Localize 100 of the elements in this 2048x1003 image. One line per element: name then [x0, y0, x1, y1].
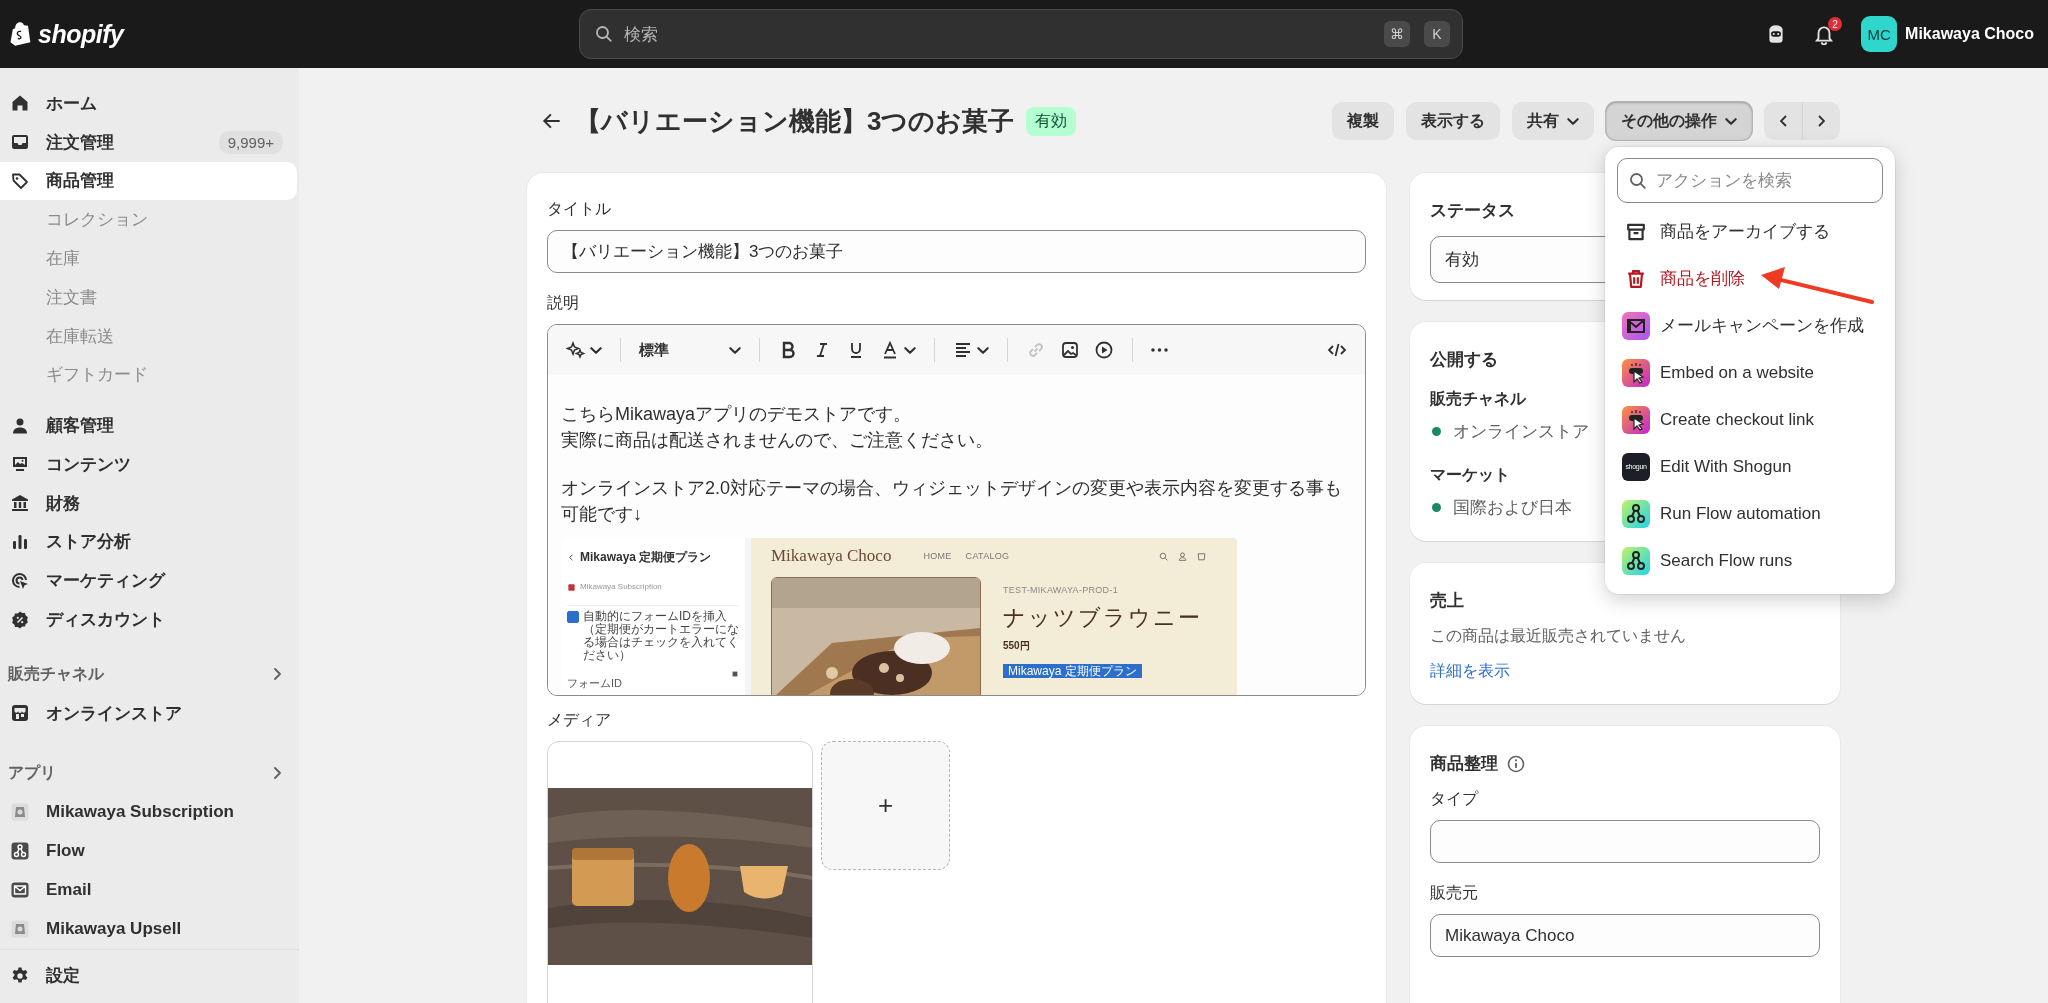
field-label: タイプ: [1430, 789, 1478, 809]
bar-chart-icon: [10, 532, 30, 552]
sidebar-item[interactable]: 顧客管理: [0, 406, 297, 446]
search-icon: [1158, 550, 1169, 562]
menu-item[interactable]: Search Flow runs: [1617, 537, 1883, 584]
details-link[interactable]: 詳細を表示: [1430, 662, 1510, 679]
shortcut-key: ⌘: [1384, 21, 1410, 47]
section-heading: 販売チャネル: [8, 663, 104, 684]
product-price: 550円: [1003, 639, 1031, 653]
sidebar-item[interactable]: 設定: [0, 956, 297, 995]
status-dot: [1432, 427, 1441, 436]
search-field[interactable]: 検索 ⌘ K: [579, 9, 1463, 59]
menu-item[interactable]: メールキャンペーンを作成: [1617, 302, 1883, 349]
info-icon: [1506, 753, 1526, 774]
sidebar-item[interactable]: Mikawaya Subscription: [0, 792, 297, 832]
product-sku: TEST-MIKAWAYA-PROD-1: [1003, 584, 1119, 597]
sidebar-item[interactable]: コンテンツ: [0, 445, 297, 484]
field-label: 説明: [547, 293, 579, 313]
nav-link: CATALOG: [965, 550, 1010, 563]
more-icon: [1151, 348, 1168, 352]
flow-app-icon: [1622, 499, 1650, 528]
sidebar-item[interactable]: Flow: [0, 831, 297, 871]
search-icon: [1628, 170, 1648, 191]
rich-text-editor[interactable]: [547, 324, 1366, 696]
caret-icon: [729, 346, 741, 354]
link-icon: [1026, 340, 1046, 360]
section-heading: 販売チャネル: [1430, 389, 1526, 409]
align-icon: [953, 340, 973, 360]
product-name: ナッツブラウニー: [1003, 606, 1202, 630]
previous-button[interactable]: [1764, 102, 1802, 140]
sidebar-item[interactable]: オンラインストア: [0, 693, 297, 733]
status-dot: [1432, 503, 1441, 512]
description-text: オンラインストア2.0対応テーマの場合、ウィジェットデザインの変更や表示内容を変更する事も可能です↓: [561, 478, 1343, 524]
card-title: ステータス: [1430, 200, 1515, 222]
sidebar-item[interactable]: Mikawaya Upsell: [0, 909, 297, 949]
menu-item[interactable]: 商品をアーカイブする: [1617, 208, 1883, 255]
next-button[interactable]: [1802, 102, 1840, 140]
type-field[interactable]: [1430, 820, 1820, 863]
target-icon: [10, 570, 30, 591]
panel-title: Mikawaya 定期便プラン: [580, 549, 712, 566]
shopify-logo-text: shopify: [38, 19, 124, 49]
sidebar-item[interactable]: 財務: [0, 483, 297, 523]
count-badge: 9,999+: [218, 130, 283, 154]
app-logo-icon: [10, 919, 30, 940]
mail-app-icon: [1622, 311, 1650, 340]
store-logo-text: Mikawaya Choco: [771, 545, 892, 567]
sidebar-item[interactable]: ストア分析: [0, 522, 297, 562]
text-style-dropdown[interactable]: 標準: [635, 336, 745, 364]
store-name: Mikawaya Choco: [1905, 25, 2034, 43]
title-field[interactable]: 【バリエーション機能】3つのお菓子: [547, 230, 1366, 273]
chevron-right-icon: [274, 767, 281, 780]
sidebar-item[interactable]: ディスカウント: [0, 600, 297, 639]
store-avatar: MC: [1861, 16, 1898, 52]
caret-icon: [977, 346, 989, 354]
add-media-button[interactable]: +: [821, 741, 950, 870]
action-button[interactable]: 複製: [1332, 102, 1394, 140]
field-label: タイトル: [547, 199, 611, 219]
account-icon: [1177, 550, 1188, 562]
channel-name: オンラインストア: [1453, 421, 1589, 443]
action-button[interactable]: 表示する: [1406, 102, 1500, 140]
notification-count: 2: [1828, 17, 1843, 31]
card-title: 商品整理: [1430, 753, 1498, 775]
menu-item[interactable]: 商品を削除: [1617, 255, 1883, 302]
cursor-app-icon: [1622, 358, 1650, 387]
store-icon: [10, 703, 30, 724]
nav-link: HOME: [923, 550, 952, 563]
menu-item[interactable]: Create checkout link: [1617, 396, 1883, 443]
dropdown-button[interactable]: 共有: [1512, 102, 1594, 140]
discount-icon: [10, 609, 30, 630]
app-logo-icon: [567, 582, 576, 592]
sales-text: この商品は最近販売されていません: [1430, 626, 1687, 646]
action-search-field[interactable]: アクションを検索: [1617, 158, 1883, 203]
cart-icon: [1196, 550, 1207, 562]
vendor-field[interactable]: Mikawaya Choco: [1430, 914, 1820, 957]
mail-icon: [10, 880, 30, 901]
search-icon: [594, 24, 614, 44]
menu-item[interactable]: Embed on a website: [1617, 349, 1883, 396]
sidebar-item[interactable]: 注文管理 9,999+: [0, 122, 297, 162]
card-title: 公開する: [1430, 349, 1498, 371]
checkbox-label: 自動的にフォームIDを挿入（定期便がカートエラーになる場合はチェックを入れてください）: [583, 610, 739, 662]
field-label: フォームID: [567, 676, 622, 691]
account-menu[interactable]: MC Mikawaya Choco: [1861, 16, 2034, 52]
sidebar-item[interactable]: マーケティング: [0, 561, 297, 601]
home-icon: [10, 93, 30, 114]
video-icon: [1094, 340, 1114, 360]
sparkle-icon: [566, 340, 586, 360]
sidebar-item[interactable]: ホーム: [0, 84, 297, 123]
chevron-right-icon: [1818, 115, 1825, 127]
menu-item[interactable]: Run Flow automation: [1617, 490, 1883, 537]
section-heading: マーケット: [1430, 465, 1510, 485]
sidebar-item[interactable]: Email: [0, 870, 297, 910]
app-logo-icon: [10, 802, 30, 823]
card-title: 売上: [1430, 590, 1464, 612]
dropdown-button[interactable]: その他の操作: [1606, 102, 1752, 140]
status-badge: 有効: [1026, 106, 1077, 136]
description-text: 実際に商品は配送されませんので、ご注意ください。: [561, 430, 993, 450]
shortcut-key: K: [1424, 21, 1450, 47]
sidebar-item[interactable]: 商品管理: [0, 161, 297, 201]
widget-tag: Mikawaya 定期便プラン: [1003, 664, 1142, 678]
app-name: Mikawaya Subscription: [580, 581, 662, 593]
